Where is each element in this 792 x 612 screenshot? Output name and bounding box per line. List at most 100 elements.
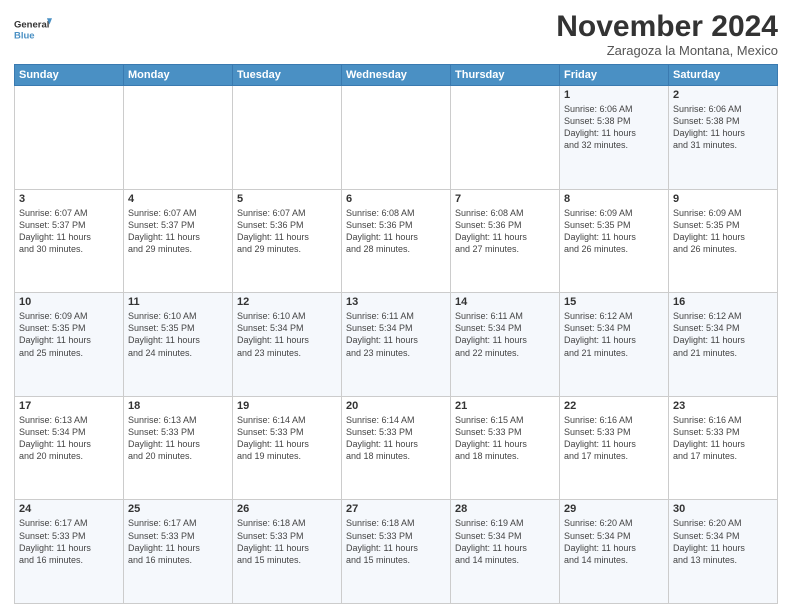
header-thursday: Thursday xyxy=(451,65,560,86)
day-cell: 19Sunrise: 6:14 AMSunset: 5:33 PMDayligh… xyxy=(233,396,342,500)
day-number: 3 xyxy=(19,193,119,205)
calendar-body: 1 Sunrise: 6:06 AMSunset: 5:38 PMDaylight… xyxy=(15,86,778,604)
day-info: Sunrise: 6:07 AMSunset: 5:36 PMDaylight:… xyxy=(237,207,337,256)
day-cell: 20 Sunrise: 6:14 AMSunset: 5:33 PMDayligh… xyxy=(342,396,451,500)
day-number: 11 xyxy=(128,296,228,308)
day-cell xyxy=(342,86,451,190)
day-number: 16 xyxy=(673,296,773,308)
location-subtitle: Zaragoza la Montana, Mexico xyxy=(556,43,778,58)
weekday-header-row: SundayMondayTuesdayWednesdayThursdayFrid… xyxy=(15,65,778,86)
day-info: Sunrise: 6:11 AMSunset: 5:34 PMDaylight:… xyxy=(346,310,446,359)
day-number: 29 xyxy=(564,503,664,515)
day-cell: 12 Sunrise: 6:10 AMSunset: 5:34 PMDayligh… xyxy=(233,293,342,397)
day-info: Sunrise: 6:12 AMSunset: 5:34 PMDaylight:… xyxy=(673,310,773,359)
day-number: 21 xyxy=(455,400,555,412)
month-title: November 2024 xyxy=(556,10,778,43)
day-cell: 1 Sunrise: 6:06 AMSunset: 5:38 PMDaylight… xyxy=(560,86,669,190)
header-sunday: Sunday xyxy=(15,65,124,86)
day-cell: 10Sunrise: 6:09 AMSunset: 5:35 PMDayligh… xyxy=(15,293,124,397)
title-block: November 2024 Zaragoza la Montana, Mexic… xyxy=(556,10,778,58)
day-cell: 30Sunrise: 6:20 AMSunset: 5:34 PMDayligh… xyxy=(669,500,778,604)
day-info: Sunrise: 6:17 AMSunset: 5:33 PMDaylight:… xyxy=(19,517,119,566)
day-info: Sunrise: 6:16 AMSunset: 5:33 PMDaylight:… xyxy=(673,414,773,463)
day-number: 30 xyxy=(673,503,773,515)
day-info: Sunrise: 6:09 AMSunset: 5:35 PMDaylight:… xyxy=(673,207,773,256)
day-info: Sunrise: 6:11 AMSunset: 5:34 PMDaylight:… xyxy=(455,310,555,359)
day-number: 5 xyxy=(237,193,337,205)
page: General Blue November 2024 Zaragoza la M… xyxy=(0,0,792,612)
day-cell: 8Sunrise: 6:09 AMSunset: 5:35 PMDaylight… xyxy=(560,189,669,293)
day-cell: 25Sunrise: 6:17 AMSunset: 5:33 PMDayligh… xyxy=(124,500,233,604)
day-cell: 27 Sunrise: 6:18 AMSunset: 5:33 PMDayligh… xyxy=(342,500,451,604)
day-cell: 6 Sunrise: 6:08 AMSunset: 5:36 PMDaylight… xyxy=(342,189,451,293)
day-info: Sunrise: 6:08 AMSunset: 5:36 PMDaylight:… xyxy=(346,207,446,256)
day-number: 6 xyxy=(346,193,446,205)
day-number: 27 xyxy=(346,503,446,515)
day-number: 15 xyxy=(564,296,664,308)
day-number: 12 xyxy=(237,296,337,308)
day-number: 1 xyxy=(564,89,664,101)
day-info: Sunrise: 6:13 AMSunset: 5:33 PMDaylight:… xyxy=(128,414,228,463)
week-row-1: 1 Sunrise: 6:06 AMSunset: 5:38 PMDaylight… xyxy=(15,86,778,190)
day-cell xyxy=(233,86,342,190)
day-info: Sunrise: 6:10 AMSunset: 5:35 PMDaylight:… xyxy=(128,310,228,359)
day-number: 28 xyxy=(455,503,555,515)
day-info: Sunrise: 6:16 AMSunset: 5:33 PMDaylight:… xyxy=(564,414,664,463)
day-number: 9 xyxy=(673,193,773,205)
day-number: 22 xyxy=(564,400,664,412)
week-row-5: 24 Sunrise: 6:17 AMSunset: 5:33 PMDayligh… xyxy=(15,500,778,604)
day-cell: 16 Sunrise: 6:12 AMSunset: 5:34 PMDayligh… xyxy=(669,293,778,397)
day-number: 18 xyxy=(128,400,228,412)
day-info: Sunrise: 6:18 AMSunset: 5:33 PMDaylight:… xyxy=(346,517,446,566)
day-cell: 21 Sunrise: 6:15 AMSunset: 5:33 PMDayligh… xyxy=(451,396,560,500)
day-info: Sunrise: 6:15 AMSunset: 5:33 PMDaylight:… xyxy=(455,414,555,463)
day-info: Sunrise: 6:12 AMSunset: 5:34 PMDaylight:… xyxy=(564,310,664,359)
day-number: 4 xyxy=(128,193,228,205)
day-number: 24 xyxy=(19,503,119,515)
header: General Blue November 2024 Zaragoza la M… xyxy=(14,10,778,58)
day-number: 13 xyxy=(346,296,446,308)
week-row-2: 3 Sunrise: 6:07 AMSunset: 5:37 PMDaylight… xyxy=(15,189,778,293)
week-row-4: 17 Sunrise: 6:13 AMSunset: 5:34 PMDayligh… xyxy=(15,396,778,500)
day-cell: 7Sunrise: 6:08 AMSunset: 5:36 PMDaylight… xyxy=(451,189,560,293)
day-info: Sunrise: 6:07 AMSunset: 5:37 PMDaylight:… xyxy=(128,207,228,256)
day-cell xyxy=(15,86,124,190)
logo: General Blue xyxy=(14,10,52,48)
day-info: Sunrise: 6:13 AMSunset: 5:34 PMDaylight:… xyxy=(19,414,119,463)
week-row-3: 10Sunrise: 6:09 AMSunset: 5:35 PMDayligh… xyxy=(15,293,778,397)
day-cell: 14Sunrise: 6:11 AMSunset: 5:34 PMDayligh… xyxy=(451,293,560,397)
day-cell: 24 Sunrise: 6:17 AMSunset: 5:33 PMDayligh… xyxy=(15,500,124,604)
day-cell xyxy=(124,86,233,190)
day-cell: 11 Sunrise: 6:10 AMSunset: 5:35 PMDayligh… xyxy=(124,293,233,397)
day-cell: 2 Sunrise: 6:06 AMSunset: 5:38 PMDaylight… xyxy=(669,86,778,190)
day-cell: 15 Sunrise: 6:12 AMSunset: 5:34 PMDayligh… xyxy=(560,293,669,397)
day-info: Sunrise: 6:06 AMSunset: 5:38 PMDaylight:… xyxy=(564,103,664,152)
day-number: 10 xyxy=(19,296,119,308)
svg-text:Blue: Blue xyxy=(14,31,35,42)
day-cell: 5 Sunrise: 6:07 AMSunset: 5:36 PMDaylight… xyxy=(233,189,342,293)
day-cell: 17 Sunrise: 6:13 AMSunset: 5:34 PMDayligh… xyxy=(15,396,124,500)
day-info: Sunrise: 6:19 AMSunset: 5:34 PMDaylight:… xyxy=(455,517,555,566)
day-number: 25 xyxy=(128,503,228,515)
header-saturday: Saturday xyxy=(669,65,778,86)
day-info: Sunrise: 6:06 AMSunset: 5:38 PMDaylight:… xyxy=(673,103,773,152)
day-info: Sunrise: 6:10 AMSunset: 5:34 PMDaylight:… xyxy=(237,310,337,359)
day-info: Sunrise: 6:14 AMSunset: 5:33 PMDaylight:… xyxy=(346,414,446,463)
header-tuesday: Tuesday xyxy=(233,65,342,86)
day-cell: 9 Sunrise: 6:09 AMSunset: 5:35 PMDaylight… xyxy=(669,189,778,293)
day-info: Sunrise: 6:18 AMSunset: 5:33 PMDaylight:… xyxy=(237,517,337,566)
day-info: Sunrise: 6:20 AMSunset: 5:34 PMDaylight:… xyxy=(564,517,664,566)
day-cell: 26Sunrise: 6:18 AMSunset: 5:33 PMDayligh… xyxy=(233,500,342,604)
day-info: Sunrise: 6:07 AMSunset: 5:37 PMDaylight:… xyxy=(19,207,119,256)
day-number: 2 xyxy=(673,89,773,101)
day-number: 17 xyxy=(19,400,119,412)
header-wednesday: Wednesday xyxy=(342,65,451,86)
header-friday: Friday xyxy=(560,65,669,86)
day-cell: 23Sunrise: 6:16 AMSunset: 5:33 PMDayligh… xyxy=(669,396,778,500)
day-number: 20 xyxy=(346,400,446,412)
day-cell: 4 Sunrise: 6:07 AMSunset: 5:37 PMDaylight… xyxy=(124,189,233,293)
header-monday: Monday xyxy=(124,65,233,86)
day-info: Sunrise: 6:09 AMSunset: 5:35 PMDaylight:… xyxy=(564,207,664,256)
day-number: 7 xyxy=(455,193,555,205)
day-cell: 22 Sunrise: 6:16 AMSunset: 5:33 PMDayligh… xyxy=(560,396,669,500)
